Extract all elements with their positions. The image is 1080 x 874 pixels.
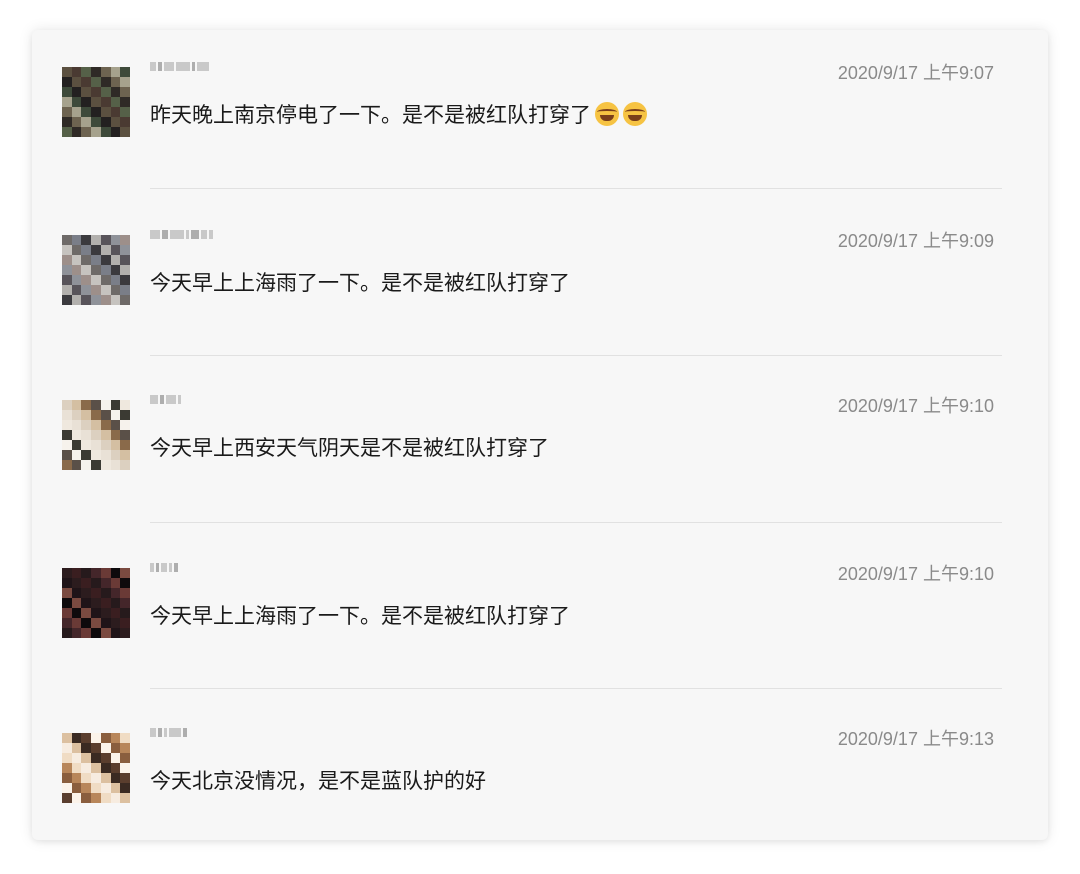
divider bbox=[150, 522, 1002, 523]
comment-item: 2020/9/17 上午9:10 今天早上上海雨了一下。是不是被红队打穿了 bbox=[32, 531, 1048, 651]
username-blurred bbox=[150, 560, 178, 574]
avatar[interactable] bbox=[62, 733, 130, 803]
comment-text-row: 今天早上西安天气阴天是不是被红队打穿了 bbox=[150, 432, 549, 462]
avatar[interactable] bbox=[62, 400, 130, 470]
comment-text-row: 今天早上上海雨了一下。是不是被红队打穿了 bbox=[150, 267, 570, 297]
divider bbox=[150, 355, 1002, 356]
comment-timestamp: 2020/9/17 上午9:10 bbox=[837, 564, 994, 584]
comment-text: 今天早上西安天气阴天是不是被红队打穿了 bbox=[150, 437, 549, 460]
comment-text-row: 今天北京没情况，是不是蓝队护的好 bbox=[150, 765, 486, 795]
comment-text: 昨天晚上南京停电了一下。是不是被红队打穿了 bbox=[150, 104, 591, 127]
comment-list-panel: 2020/9/17 上午9:07 昨天晚上南京停电了一下。是不是被红队打穿了 2… bbox=[32, 30, 1048, 840]
comment-item: 2020/9/17 上午9:07 昨天晚上南京停电了一下。是不是被红队打穿了 bbox=[32, 30, 1048, 150]
comment-timestamp: 2020/9/17 上午9:07 bbox=[837, 63, 994, 83]
username-blurred bbox=[150, 59, 209, 73]
comment-timestamp: 2020/9/17 上午9:10 bbox=[837, 396, 994, 416]
comment-text: 今天早上上海雨了一下。是不是被红队打穿了 bbox=[150, 605, 570, 628]
divider bbox=[150, 688, 1002, 689]
comment-text: 今天早上上海雨了一下。是不是被红队打穿了 bbox=[150, 272, 570, 295]
username-blurred bbox=[150, 227, 213, 241]
divider bbox=[150, 188, 1002, 189]
comment-text: 今天北京没情况，是不是蓝队护的好 bbox=[150, 770, 486, 793]
avatar[interactable] bbox=[62, 568, 130, 638]
username-blurred bbox=[150, 392, 181, 406]
comment-text-row: 今天早上上海雨了一下。是不是被红队打穿了 bbox=[150, 600, 570, 630]
joy-emoji-icon bbox=[623, 102, 647, 126]
comment-timestamp: 2020/9/17 上午9:09 bbox=[837, 231, 994, 251]
comment-timestamp: 2020/9/17 上午9:13 bbox=[837, 729, 994, 749]
avatar[interactable] bbox=[62, 67, 130, 137]
joy-emoji-icon bbox=[595, 102, 619, 126]
username-blurred bbox=[150, 725, 187, 739]
avatar[interactable] bbox=[62, 235, 130, 305]
comment-item: 2020/9/17 上午9:13 今天北京没情况，是不是蓝队护的好 bbox=[32, 696, 1048, 816]
comment-text-row: 昨天晚上南京停电了一下。是不是被红队打穿了 bbox=[150, 99, 647, 129]
comment-item: 2020/9/17 上午9:09 今天早上上海雨了一下。是不是被红队打穿了 bbox=[32, 198, 1048, 318]
comment-item: 2020/9/17 上午9:10 今天早上西安天气阴天是不是被红队打穿了 bbox=[32, 363, 1048, 483]
